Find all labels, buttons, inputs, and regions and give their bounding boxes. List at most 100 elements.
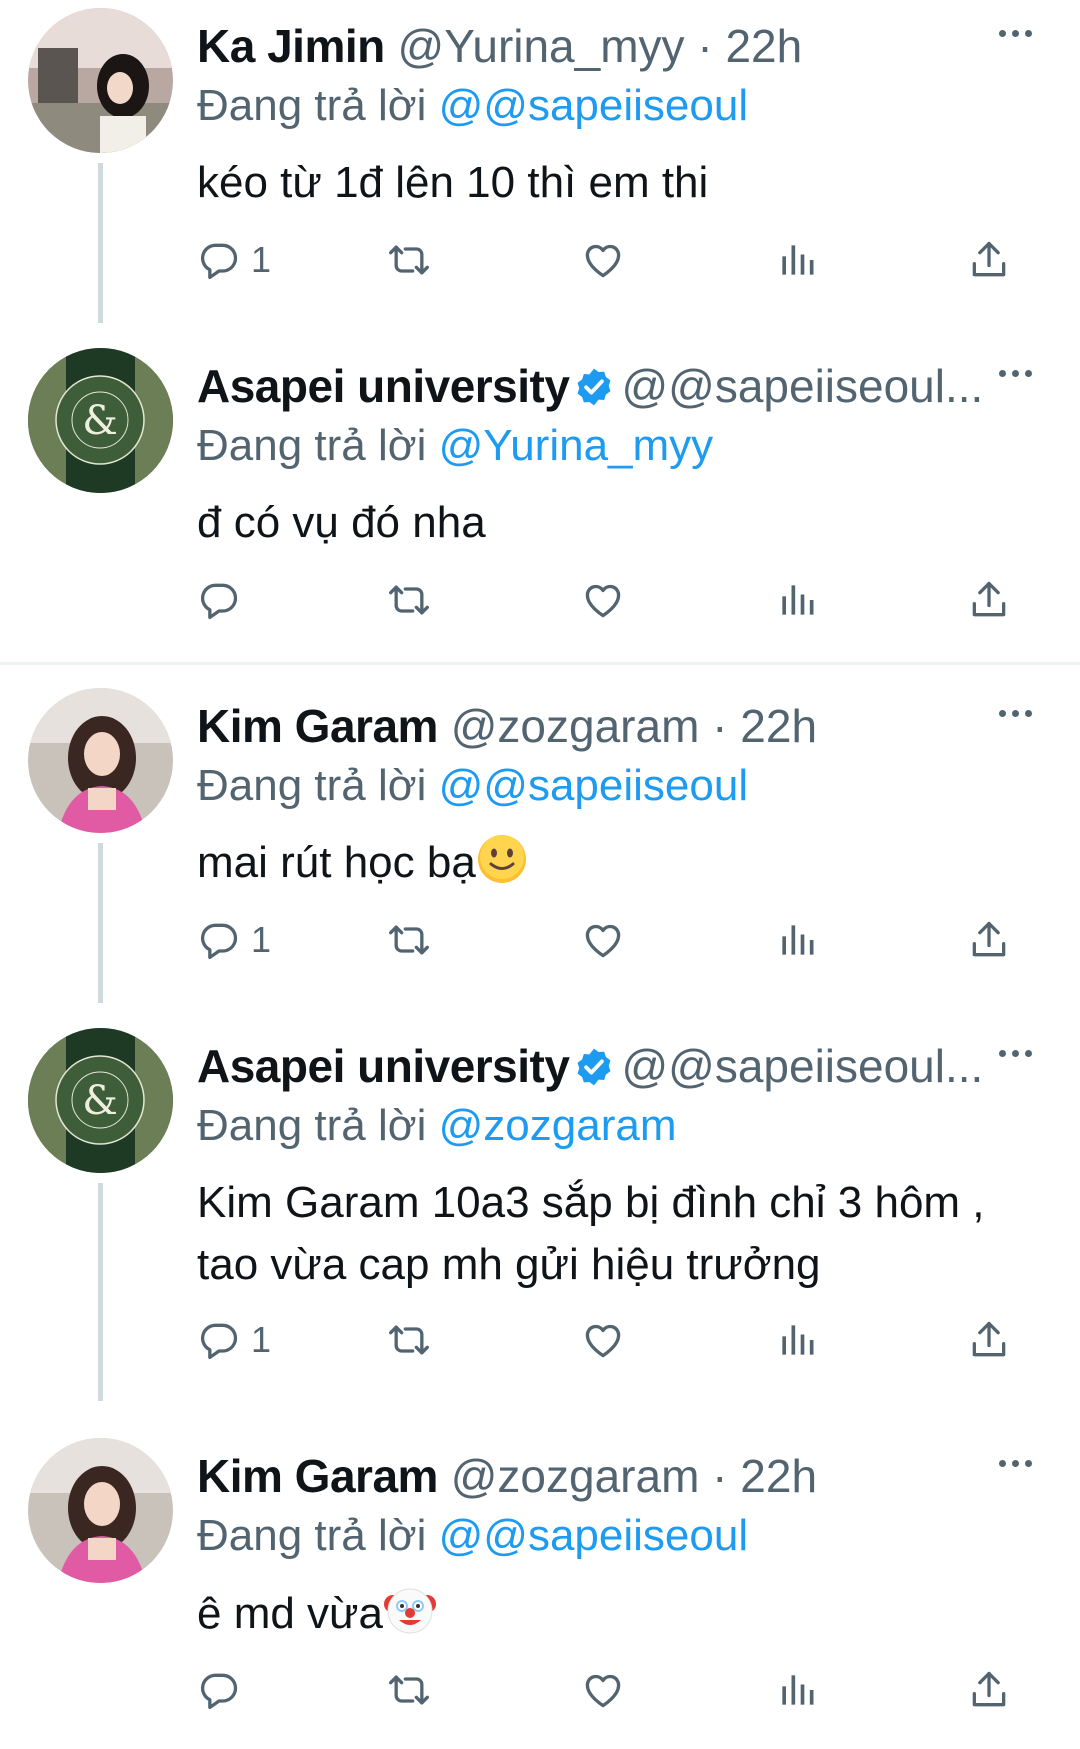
display-name[interactable]: Kim Garam xyxy=(197,1450,438,1502)
reply-icon xyxy=(197,238,241,282)
action-bar xyxy=(197,570,1017,630)
handle[interactable]: @zozgaram xyxy=(451,700,700,752)
display-name[interactable]: Ka Jimin xyxy=(197,20,385,72)
retweet-icon xyxy=(387,918,431,962)
mention-link[interactable]: @@sapeiiseoul xyxy=(439,1511,748,1560)
like-button[interactable] xyxy=(581,910,625,970)
thread-line xyxy=(98,1183,103,1401)
more-options-icon[interactable] xyxy=(996,1044,1040,1064)
retweet-icon xyxy=(387,578,431,622)
heart-icon xyxy=(581,1668,625,1712)
clown-face-emoji xyxy=(383,1588,436,1634)
tweet-text: kéo từ 1đ lên 10 thì em thi xyxy=(197,158,709,207)
reply-count: 1 xyxy=(251,919,272,960)
timestamp[interactable]: 22h xyxy=(725,20,802,72)
retweet-button[interactable] xyxy=(387,910,431,970)
tweet-text-line: tao vừa cap mh gửi hiệu trưởng xyxy=(197,1240,821,1289)
reply-button[interactable] xyxy=(197,1660,251,1720)
tweet-text: Kim Garam 10a3 sắp bị đình chỉ 3 hôm , t… xyxy=(197,1172,985,1296)
views-icon xyxy=(775,1318,819,1362)
reply-icon xyxy=(197,578,241,622)
tweet-text-row: mai rút học bạ xyxy=(197,832,528,894)
replying-label: Đang trả lời xyxy=(197,421,427,470)
reply-icon xyxy=(197,918,241,962)
mention-link[interactable]: @zozgaram xyxy=(439,1101,677,1150)
views-button[interactable] xyxy=(775,1660,819,1720)
like-button[interactable] xyxy=(581,1660,625,1720)
reply-button[interactable]: 1 xyxy=(197,910,271,970)
action-bar: 1 xyxy=(197,230,1017,290)
display-name[interactable]: Asapei university xyxy=(197,1040,570,1092)
timestamp[interactable]: 22h xyxy=(740,700,817,752)
views-button[interactable] xyxy=(775,230,819,290)
more-options-icon[interactable] xyxy=(996,1454,1040,1474)
heart-icon xyxy=(581,918,625,962)
views-button[interactable] xyxy=(775,570,819,630)
more-options-icon[interactable] xyxy=(996,704,1040,724)
like-button[interactable] xyxy=(581,570,625,630)
views-icon xyxy=(775,238,819,282)
action-bar: 1 xyxy=(197,1310,1017,1370)
replying-label: Đang trả lời xyxy=(197,1511,427,1560)
handle[interactable]: @zozgaram xyxy=(451,1450,700,1502)
tweet-text-row: ê md vừa xyxy=(197,1582,437,1645)
avatar[interactable] xyxy=(28,1438,173,1583)
avatar[interactable] xyxy=(28,348,173,493)
timestamp[interactable]: 22h xyxy=(740,1450,817,1502)
thread-divider xyxy=(0,662,1080,665)
like-button[interactable] xyxy=(581,1310,625,1370)
retweet-button[interactable] xyxy=(387,1310,431,1370)
reply-button[interactable]: 1 xyxy=(197,230,271,290)
reply-button[interactable]: 1 xyxy=(197,1310,271,1370)
replying-to: Đang trả lời @@sapeiiseoul xyxy=(197,76,748,136)
mention-link[interactable]: @Yurina_myy xyxy=(439,421,714,470)
action-bar xyxy=(197,1660,1017,1720)
share-icon xyxy=(967,1318,1011,1362)
separator: · xyxy=(697,20,713,72)
thread-line xyxy=(98,843,103,1003)
display-name[interactable]: Asapei university xyxy=(197,360,570,412)
views-icon xyxy=(775,918,819,962)
replying-label: Đang trả lời xyxy=(197,1101,427,1150)
share-icon xyxy=(967,238,1011,282)
mention-link[interactable]: @@sapeiiseoul xyxy=(439,81,748,130)
retweet-button[interactable] xyxy=(387,570,431,630)
reply-button[interactable] xyxy=(197,570,251,630)
handle[interactable]: @@sapeiiseoul... xyxy=(621,1040,983,1092)
retweet-button[interactable] xyxy=(387,1660,431,1720)
replying-label: Đang trả lời xyxy=(197,761,427,810)
retweet-icon xyxy=(387,238,431,282)
views-icon xyxy=(775,578,819,622)
heart-icon xyxy=(581,238,625,282)
share-button[interactable] xyxy=(967,570,1011,630)
avatar[interactable] xyxy=(28,1028,173,1173)
retweet-button[interactable] xyxy=(387,230,431,290)
display-name[interactable]: Kim Garam xyxy=(197,700,438,752)
share-button[interactable] xyxy=(967,910,1011,970)
share-button[interactable] xyxy=(967,230,1011,290)
handle[interactable]: @@sapeiiseoul... xyxy=(621,360,983,412)
verified-badge-icon xyxy=(573,366,615,408)
like-button[interactable] xyxy=(581,230,625,290)
action-bar: 1 xyxy=(197,910,1017,970)
handle[interactable]: @Yurina_myy xyxy=(398,20,685,72)
tweet-header: Asapei university @@sapeiiseoul... xyxy=(197,356,1010,416)
replying-to: Đang trả lời @zozgaram xyxy=(197,1096,676,1156)
share-icon xyxy=(967,1668,1011,1712)
share-button[interactable] xyxy=(967,1310,1011,1370)
school-logo xyxy=(28,348,173,493)
reply-icon xyxy=(197,1318,241,1362)
share-icon xyxy=(967,578,1011,622)
avatar[interactable] xyxy=(28,688,173,833)
mention-link[interactable]: @@sapeiiseoul xyxy=(439,761,748,810)
more-options-icon[interactable] xyxy=(996,364,1040,384)
avatar[interactable] xyxy=(28,8,173,153)
more-options-icon[interactable] xyxy=(996,24,1040,44)
share-button[interactable] xyxy=(967,1660,1011,1720)
share-icon xyxy=(967,918,1011,962)
school-logo xyxy=(28,1028,173,1173)
retweet-icon xyxy=(387,1318,431,1362)
views-button[interactable] xyxy=(775,1310,819,1370)
slightly-smiling-face-emoji xyxy=(477,835,526,883)
views-button[interactable] xyxy=(775,910,819,970)
